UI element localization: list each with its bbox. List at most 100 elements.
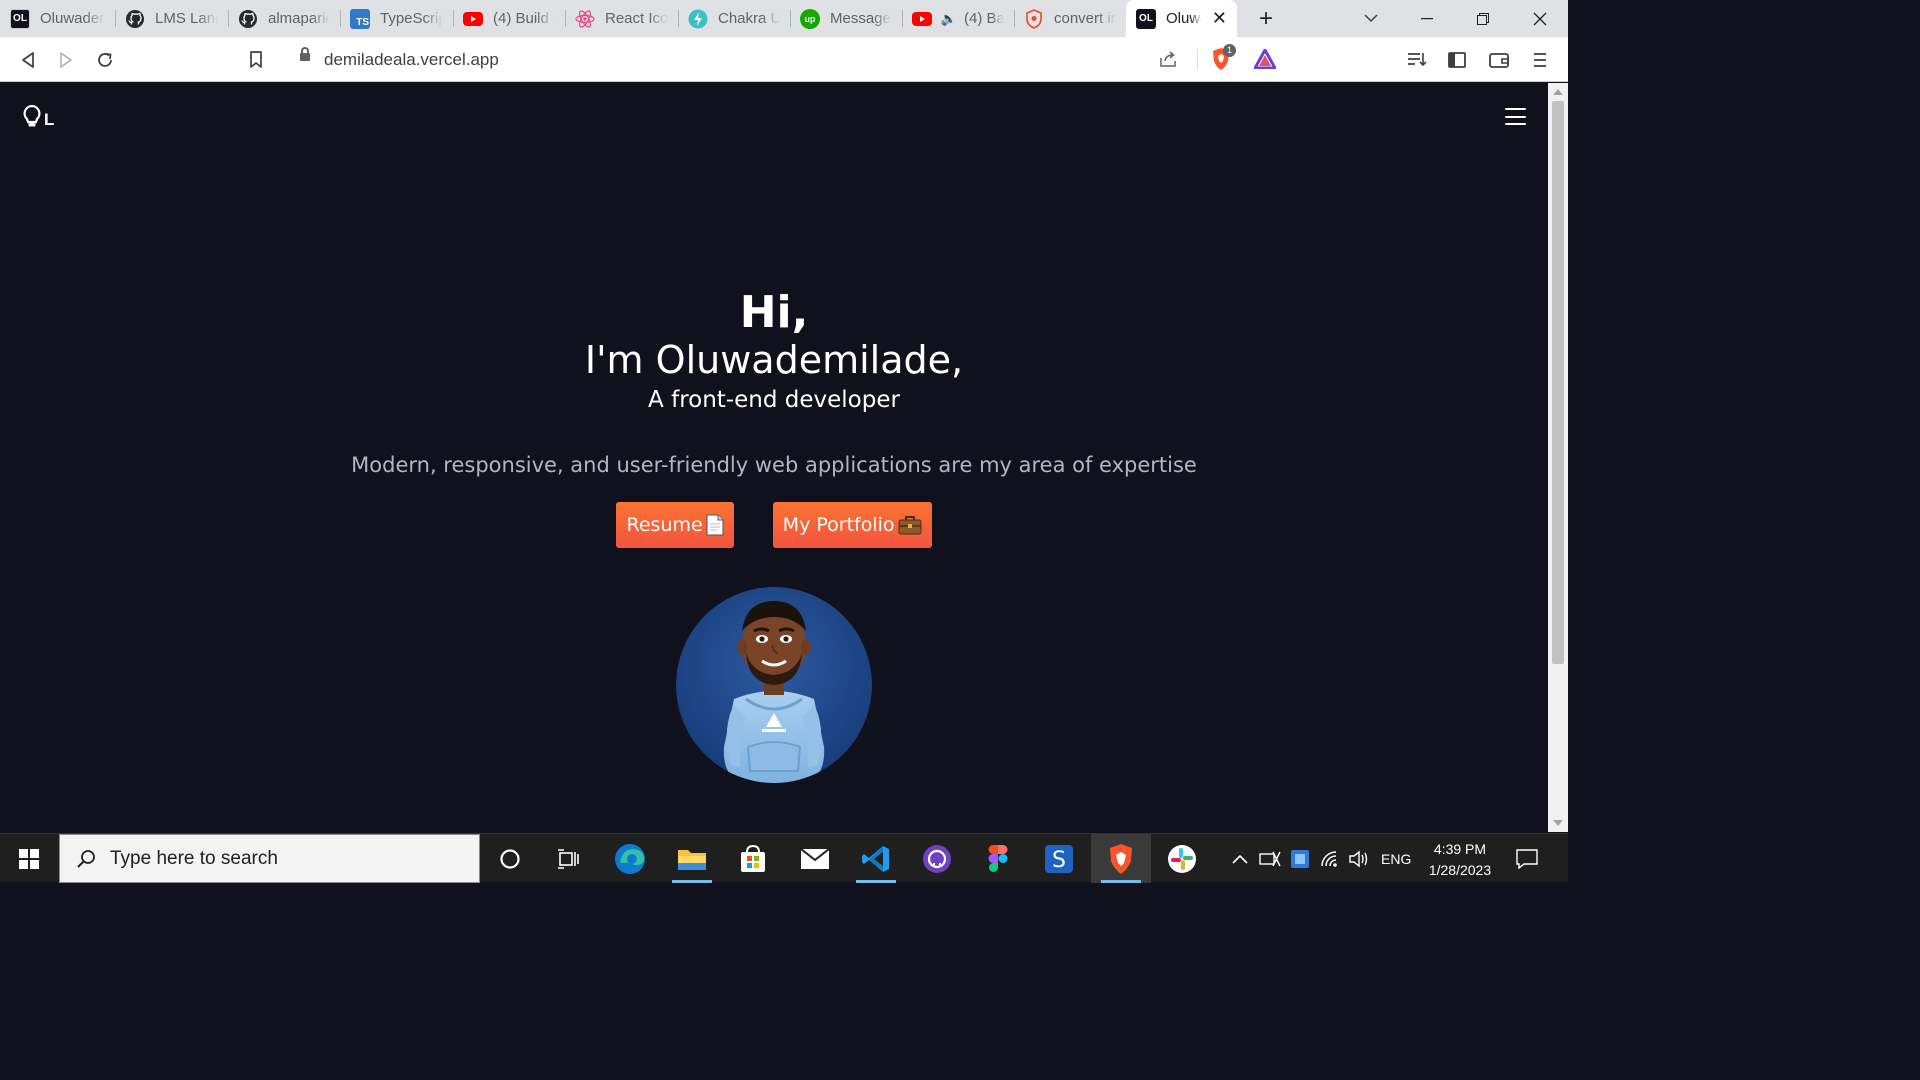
github-icon [238,9,258,29]
scroll-up-arrow-icon[interactable] [1553,89,1563,95]
ol-logo-icon: OL [1136,8,1156,29]
svg-text:S: S [1052,848,1066,873]
start-button[interactable] [0,834,58,883]
url-text[interactable]: demiladeala.vercel.app [324,50,499,70]
brave-browser-icon[interactable] [1091,834,1151,883]
omnibox-divider [1197,49,1198,69]
slack-icon[interactable] [1152,834,1212,883]
github-icon [125,9,145,29]
search-placeholder: Type here to search [110,847,278,869]
wallet-icon[interactable] [1483,37,1515,82]
tab-typescript[interactable]: TS TypeScript [340,0,453,37]
clock-time: 4:39 PM [1433,841,1487,857]
bookmark-icon[interactable] [240,37,272,82]
hamburger-menu-button[interactable] [1505,108,1526,125]
tab-youtube-build[interactable]: (4) Build a [453,0,565,37]
lightbulb-icon [23,104,41,127]
tab-react-icons[interactable]: React Icons [565,0,678,37]
browser-toolbar: demiladeala.vercel.app 1 [0,37,1568,82]
mail-icon[interactable] [785,834,845,883]
upwork-icon: up [800,8,820,29]
edge-icon[interactable] [600,834,660,883]
close-window-button[interactable] [1512,0,1568,37]
portfolio-button[interactable]: My Portfolio [772,502,932,548]
hero-greeting: Hi, [739,287,809,338]
tab-oluwademilade[interactable]: OL Oluwademilade [0,0,115,37]
reading-list-icon[interactable] [1401,37,1433,82]
tab-almapario[interactable]: almapario/ [228,0,340,37]
tab-search-button[interactable] [1343,0,1399,37]
hero-role: A front-end developer [648,387,900,413]
avatar [676,587,872,783]
portfolio-button-label: My Portfolio [782,514,895,536]
briefcase-icon [898,515,922,535]
close-tab-icon[interactable]: ✕ [1212,8,1227,29]
hero-section: Hi, I'm Oluwademilade, A front-end devel… [0,288,1548,548]
web-page: L Hi, I'm Oluwademilade, A front-end dev… [0,83,1548,832]
app-tray-icon[interactable] [1290,834,1310,883]
tab-convert[interactable]: convert im [1014,0,1126,37]
tab-lms-landing[interactable]: LMS Landing [115,0,228,37]
menu-icon[interactable] [1524,37,1556,82]
show-hidden-icons-button[interactable] [1230,834,1250,883]
clock-date: 1/28/2023 [1428,862,1492,878]
hamburger-line [1505,108,1526,110]
youtube-icon [463,9,483,29]
scroll-down-arrow-icon[interactable] [1553,820,1563,826]
forward-button[interactable] [50,37,82,82]
ol-logo-icon: OL [10,8,30,29]
file-explorer-icon[interactable] [662,834,722,883]
tab-strip: OL Oluwademilade LMS Landing almapario/ … [0,0,1568,37]
scrollbar-thumb[interactable] [1552,101,1564,664]
document-icon [706,514,724,536]
windows-icon [19,848,39,869]
react-icon [575,9,595,29]
tab-messages[interactable]: up Messages [790,0,902,37]
brave-shields-badge: 1 [1223,44,1236,57]
reload-button[interactable] [89,37,121,82]
address-bar[interactable]: demiladeala.vercel.app 1 [284,43,1284,76]
sidebar-icon[interactable] [1441,37,1473,82]
notifications-icon[interactable] [1516,834,1538,883]
resume-button-label: Resume [626,514,703,536]
back-button[interactable] [12,37,44,82]
hamburger-line [1505,115,1526,118]
youtube-icon [912,9,932,29]
chevron-up-icon [1232,854,1248,864]
simplenote-icon[interactable]: S [1029,834,1089,883]
tab-chakra-ui[interactable]: Chakra UI [678,0,790,37]
minimize-button[interactable] [1399,0,1455,37]
wifi-icon[interactable] [1320,834,1340,883]
lock-icon[interactable] [300,47,310,61]
site-logo[interactable]: L [22,104,54,128]
brave-shield-icon [1024,8,1044,29]
chakra-icon [688,9,708,29]
hero-name: I'm Oluwademilade, [584,338,964,382]
task-view-icon[interactable] [538,834,598,883]
figma-icon[interactable] [968,834,1028,883]
resume-button[interactable]: Resume [616,502,734,548]
hero-buttons: Resume My Portfolio [0,502,1548,548]
github-desktop-icon[interactable] [907,834,967,883]
share-icon[interactable] [1158,49,1178,74]
page-scrollbar[interactable] [1548,83,1568,832]
new-tab-button[interactable]: + [1249,5,1283,33]
avatar-illustration [676,587,872,783]
hero-tagline: Modern, responsive, and user-friendly we… [351,453,1197,477]
restore-button[interactable] [1455,0,1511,37]
tab-youtube-basics[interactable]: 🔈 (4) Bas [902,0,1014,37]
taskbar-clock[interactable]: 4:39 PM 1/28/2023 [1420,839,1500,881]
volume-icon[interactable] [1348,834,1370,883]
cortana-icon[interactable] [480,834,540,883]
windows-taskbar: Type here to search S ENG 4:39 PM 1/28/2… [0,833,1568,883]
search-icon [77,849,95,868]
network-offline-icon[interactable] [1259,834,1281,883]
taskbar-search-box[interactable]: Type here to search [59,834,480,883]
language-indicator[interactable]: ENG [1381,834,1411,883]
tab-oluwa-active[interactable]: OL Oluwa ✕ [1126,0,1237,37]
store-icon[interactable] [723,834,783,883]
vscode-icon[interactable] [846,834,906,883]
typescript-icon: TS [350,8,370,29]
speaker-audio-icon[interactable]: 🔈 [941,9,957,29]
brave-rewards-icon[interactable] [1253,48,1277,74]
